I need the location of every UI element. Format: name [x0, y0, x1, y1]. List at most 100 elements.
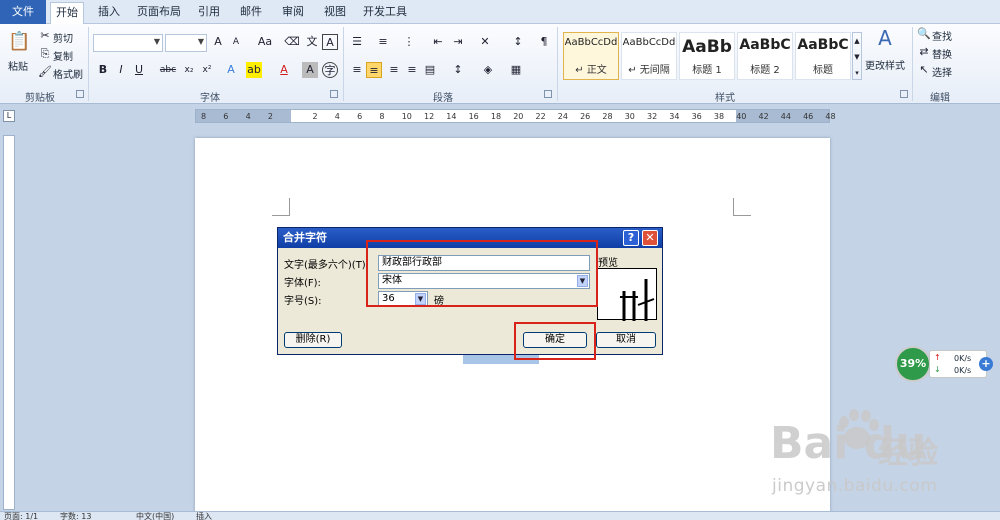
numbering-icon[interactable]: ≡: [375, 34, 391, 50]
help-icon[interactable]: ?: [623, 230, 639, 246]
tab-page-layout[interactable]: 页面布局: [134, 2, 184, 24]
sort-icon[interactable]: ↕: [510, 34, 526, 50]
tab-review[interactable]: 审阅: [276, 2, 310, 24]
copy-icon[interactable]: ⎘: [37, 46, 53, 62]
change-styles-icon[interactable]: A: [872, 28, 898, 54]
tab-selector-icon[interactable]: L: [3, 110, 15, 122]
superscript-icon[interactable]: x²: [199, 62, 215, 78]
paste-button[interactable]: 粘贴: [8, 58, 28, 73]
copy-button[interactable]: 复制: [53, 48, 73, 63]
style-normal[interactable]: AaBbCcDd ↵ 正文: [563, 32, 619, 80]
group-divider: [557, 27, 558, 101]
scissors-icon[interactable]: ✂: [37, 28, 53, 44]
replace-button[interactable]: 替换: [932, 46, 952, 61]
ruler-number: 38: [713, 112, 725, 121]
cut-button[interactable]: 剪切: [53, 30, 73, 45]
style-preview: AaBbCcDd: [622, 37, 676, 48]
style-heading-2[interactable]: AaBbC 标题 2: [737, 32, 793, 80]
strikethrough-icon[interactable]: abc: [157, 62, 179, 78]
cancel-button[interactable]: 取消: [596, 332, 656, 348]
paragraph-launcher-icon[interactable]: [544, 90, 552, 98]
find-icon[interactable]: 🔍: [916, 26, 932, 42]
watermark-url: jingyan.baidu.com: [772, 476, 938, 496]
paragraph-group-label: 段落: [433, 93, 453, 104]
tab-developer[interactable]: 开发工具: [360, 2, 410, 24]
tab-view[interactable]: 视图: [318, 2, 352, 24]
style-title[interactable]: AaBbC 标题: [795, 32, 851, 80]
line-spacing-icon[interactable]: ↕: [450, 62, 466, 78]
underline-icon[interactable]: U: [131, 62, 147, 78]
styles-scroll-icon[interactable]: ▲ ▼ ▾: [852, 32, 862, 80]
change-case-icon[interactable]: Aa: [254, 34, 276, 50]
multilevel-list-icon[interactable]: ⋮: [401, 34, 417, 50]
bold-icon[interactable]: B: [95, 62, 111, 78]
annotation-highlight-box: [514, 322, 596, 360]
chevron-down-icon: ▼: [153, 37, 160, 46]
insert-mode-status[interactable]: 插入: [196, 512, 212, 520]
decrease-indent-icon[interactable]: ⇤: [430, 34, 446, 50]
shading-icon[interactable]: ◈: [480, 62, 496, 78]
paste-icon[interactable]: 📋: [8, 30, 30, 54]
change-styles-button[interactable]: 更改样式: [865, 57, 905, 72]
align-right-icon[interactable]: ≡: [386, 62, 402, 78]
align-left-icon[interactable]: ≡: [349, 62, 365, 78]
ruler-bar[interactable]: 8 6 4 2 2 4 6 8 10 12 14 16 18 20 22 24 26 28 30 32 34 36 38 40…: [195, 109, 836, 123]
close-icon[interactable]: ✕: [642, 230, 658, 246]
grow-font-icon[interactable]: A: [210, 34, 226, 50]
network-speed-widget[interactable]: 39% ↑ 0K/s ↓ 0K/s +: [895, 346, 993, 382]
chinese-layout-icon[interactable]: ✕: [477, 34, 493, 50]
font-color-icon[interactable]: A: [276, 62, 292, 78]
justify-icon[interactable]: ≡: [404, 62, 420, 78]
align-center-icon[interactable]: ≡: [366, 62, 382, 78]
tab-references[interactable]: 引用: [192, 2, 226, 24]
show-marks-icon[interactable]: ¶: [536, 34, 552, 50]
chevron-down-icon: ▼: [197, 37, 204, 46]
text-effects-icon[interactable]: A: [223, 62, 239, 78]
delete-button[interactable]: 删除(R): [284, 332, 342, 348]
language-status[interactable]: 中文(中国): [136, 512, 174, 520]
select-button[interactable]: 选择: [932, 64, 952, 79]
style-no-spacing[interactable]: AaBbCcDd ↵ 无间隔: [621, 32, 677, 80]
phonetic-icon[interactable]: 文: [304, 34, 320, 50]
styles-launcher-icon[interactable]: [900, 90, 908, 98]
font-size-combo[interactable]: ▼: [165, 34, 207, 52]
italic-icon[interactable]: I: [113, 62, 129, 78]
tab-home[interactable]: 开始: [50, 2, 84, 24]
replace-icon[interactable]: ⇄: [916, 44, 932, 60]
enclose-char-icon[interactable]: 字: [322, 62, 338, 78]
font-launcher-icon[interactable]: [330, 90, 338, 98]
clipboard-launcher-icon[interactable]: [76, 90, 84, 98]
highlight-icon[interactable]: ab: [246, 62, 262, 78]
distributed-icon[interactable]: ▤: [422, 62, 438, 78]
shrink-font-icon[interactable]: A: [228, 34, 244, 50]
group-divider: [343, 27, 344, 101]
ribbon-tab-bar: 文件 开始 插入 页面布局 引用 邮件 审阅 视图 开发工具: [0, 0, 1000, 24]
ruler-number: 18: [490, 112, 502, 121]
tab-file[interactable]: 文件: [0, 0, 46, 24]
ruler-number: 10: [401, 112, 412, 121]
ruler-number: 46: [803, 112, 814, 121]
char-border-icon[interactable]: A: [322, 34, 338, 50]
tab-insert[interactable]: 插入: [92, 2, 126, 24]
annotation-highlight-box: [366, 240, 598, 307]
tab-mailings[interactable]: 邮件: [234, 2, 268, 24]
style-preview: AaBbCcDd: [564, 37, 618, 48]
memory-percent-badge[interactable]: 39%: [895, 346, 931, 382]
plus-icon[interactable]: +: [979, 357, 993, 371]
preview-glyph: [620, 279, 655, 321]
style-heading-1[interactable]: AaBb 标题 1: [679, 32, 735, 80]
format-painter-button[interactable]: 格式刷: [53, 66, 83, 81]
word-count[interactable]: 字数: 13: [60, 512, 91, 520]
increase-indent-icon[interactable]: ⇥: [450, 34, 466, 50]
format-painter-icon[interactable]: 🖌: [37, 64, 53, 80]
page-count[interactable]: 页面: 1/1: [4, 512, 38, 520]
subscript-icon[interactable]: x₂: [181, 62, 197, 78]
find-button[interactable]: 查找: [932, 28, 952, 43]
font-name-combo[interactable]: ▼: [93, 34, 163, 52]
borders-icon[interactable]: ▦: [508, 62, 524, 78]
ruler-number: 22: [535, 112, 546, 121]
clear-format-icon[interactable]: ⌫: [284, 34, 300, 50]
select-icon[interactable]: ↖: [916, 62, 932, 78]
bullets-icon[interactable]: ☰: [349, 34, 365, 50]
char-shading-icon[interactable]: A: [302, 62, 318, 78]
